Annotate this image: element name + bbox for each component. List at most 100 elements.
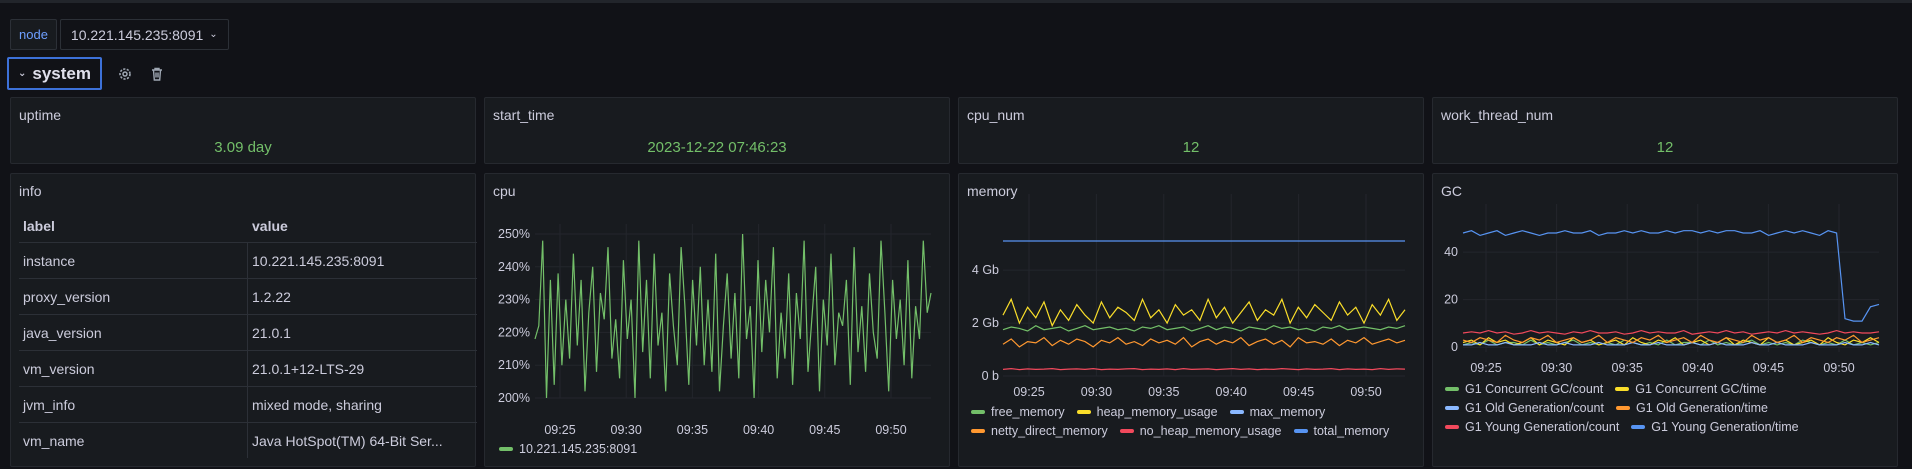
legend-item[interactable]: free_memory [971,405,1065,419]
row-header: ⌄ system [7,57,166,90]
legend-item[interactable]: G1 Concurrent GC/time [1615,382,1767,396]
memory-legend: free_memory heap_memory_usage max_memory… [971,405,1421,438]
panel-title: work_thread_num [1441,107,1554,123]
series-line-5 [1462,230,1880,322]
column-header-value[interactable]: value [248,218,477,234]
x-tick-label: 09:35 [1612,361,1643,375]
cpu-legend: 10.221.145.235:8091 [499,442,637,456]
legend-item[interactable]: G1 Old Generation/count [1445,401,1604,415]
table-cell-value: 10.221.145.235:8091 [252,252,385,269]
series-line-4 [1462,329,1880,335]
info-panel[interactable]: info label value instance 10.221.145.235… [10,173,477,467]
table-cell-value: Java HotSpot(TM) 64-Bit Ser... [252,432,443,449]
table-row: java_version 21.0.1 [19,314,477,350]
stat-panel-work-thread-num[interactable]: work_thread_num 12 [1432,97,1898,164]
legend-item[interactable]: G1 Young Generation/count [1445,420,1619,434]
y-tick-label: 200% [498,391,530,405]
legend-item[interactable]: total_memory [1293,424,1389,438]
stat-panel-uptime[interactable]: uptime 3.09 day [10,97,476,164]
y-tick-label: 220% [498,325,530,339]
legend-item[interactable]: G1 Old Generation/time [1615,401,1768,415]
gc-panel[interactable]: GC 09:25 09:30 09:35 09:40 09:45 09:50 0 20 40 G… [1432,173,1898,467]
table-row: vm_name Java HotSpot(TM) 64-Bit Ser... [19,422,477,458]
table-cell-label: vm_version [19,351,248,386]
y-tick-label: 210% [498,358,530,372]
y-tick-label: 0 [1451,340,1458,354]
row-title: system [32,63,91,83]
legend-label: G1 Old Generation/time [1635,401,1768,415]
y-tick-label: 40 [1444,245,1458,259]
x-tick-label: 09:30 [1541,361,1572,375]
stat-panel-cpu-num[interactable]: cpu_num 12 [958,97,1424,164]
row-collapse-toggle[interactable]: ⌄ system [7,57,102,90]
legend-item[interactable]: no_heap_memory_usage [1119,424,1282,438]
legend-item[interactable]: G1 Young Generation/time [1631,420,1799,434]
legend-label: netty_direct_memory [991,424,1108,438]
table-cell-value: 21.0.1+12-LTS-29 [252,360,365,377]
trash-icon[interactable] [148,65,166,83]
chevron-down-icon: ⌄ [18,68,27,79]
node-select[interactable]: 10.221.145.235:8091 ⌄ [59,19,229,50]
legend-swatch [1293,429,1308,433]
x-tick-label: 09:50 [1350,385,1381,399]
table-cell-label: instance [19,243,248,278]
x-tick-label: 09:45 [1283,385,1314,399]
y-tick-label: 250% [498,227,530,241]
cpu-panel[interactable]: cpu 09:25 09:30 09:35 09:40 09:45 09:50 200% 21… [484,173,950,467]
table-cell-value: 21.0.1 [252,324,291,341]
info-table: label value instance 10.221.145.235:8091… [19,210,477,458]
legend-label: max_memory [1249,405,1326,419]
table-row: instance 10.221.145.235:8091 [19,242,477,278]
memory-panel[interactable]: memory 09:25 09:30 09:35 09:40 09:45 09:50 0 b… [958,173,1424,467]
gear-icon[interactable] [116,65,134,83]
x-tick-label: 09:35 [1148,385,1179,399]
table-cell-label: proxy_version [19,279,248,314]
stat-panel-start-time[interactable]: start_time 2023-12-22 07:46:23 [484,97,950,164]
series-line-0 [534,233,932,399]
y-tick-label: 230% [498,293,530,307]
legend-item[interactable]: G1 Concurrent GC/count [1445,382,1603,396]
legend-swatch [971,410,985,414]
x-tick-label: 09:45 [809,423,840,437]
x-tick-label: 09:40 [1216,385,1247,399]
table-cell-value: 1.2.22 [252,288,291,305]
x-tick-label: 09:30 [611,423,642,437]
legend-swatch [1076,410,1091,414]
legend-item[interactable]: max_memory [1229,405,1326,419]
variable-label: node [10,19,57,50]
x-tick-label: 09:25 [1470,361,1501,375]
x-tick-label: 09:35 [677,423,708,437]
chevron-down-icon: ⌄ [209,29,218,40]
table-row: jvm_info mixed mode, sharing [19,386,477,422]
legend-swatch [1445,387,1459,391]
series-line-3 [1002,336,1406,348]
legend-swatch [1631,425,1646,429]
stat-value: 2023-12-22 07:46:23 [647,139,787,156]
legend-label: G1 Young Generation/count [1465,420,1620,434]
legend-item[interactable]: netty_direct_memory [971,424,1108,438]
legend-swatch [499,447,513,451]
column-header-label[interactable]: label [19,210,248,242]
legend-item[interactable]: heap_memory_usage [1076,405,1218,419]
x-tick-label: 09:30 [1081,385,1112,399]
table-header: label value [19,210,477,242]
legend-label: G1 Young Generation/time [1651,420,1799,434]
panel-title: start_time [493,107,555,123]
table-cell-label: vm_name [19,423,248,458]
panel-title: uptime [19,107,62,123]
series-line-4 [1002,367,1406,371]
x-tick-label: 09:50 [1823,361,1854,375]
cpu-chart[interactable]: 09:25 09:30 09:35 09:40 09:45 09:50 200% 210% 22… [485,174,951,468]
legend-label: no_heap_memory_usage [1139,424,1282,438]
legend-item[interactable]: 10.221.145.235:8091 [499,442,637,456]
x-tick-label: 09:45 [1753,361,1784,375]
y-tick-label: 20 [1444,293,1458,307]
legend-label: G1 Concurrent GC/time [1635,382,1767,396]
node-select-value: 10.221.145.235:8091 [70,26,204,43]
y-tick-label: 240% [498,260,530,274]
y-tick-label: 4 Gb [972,263,999,277]
legend-swatch [1615,387,1630,391]
legend-swatch [1445,406,1459,410]
variable-bar: node 10.221.145.235:8091 ⌄ [10,19,229,50]
x-tick-label: 09:40 [743,423,774,437]
